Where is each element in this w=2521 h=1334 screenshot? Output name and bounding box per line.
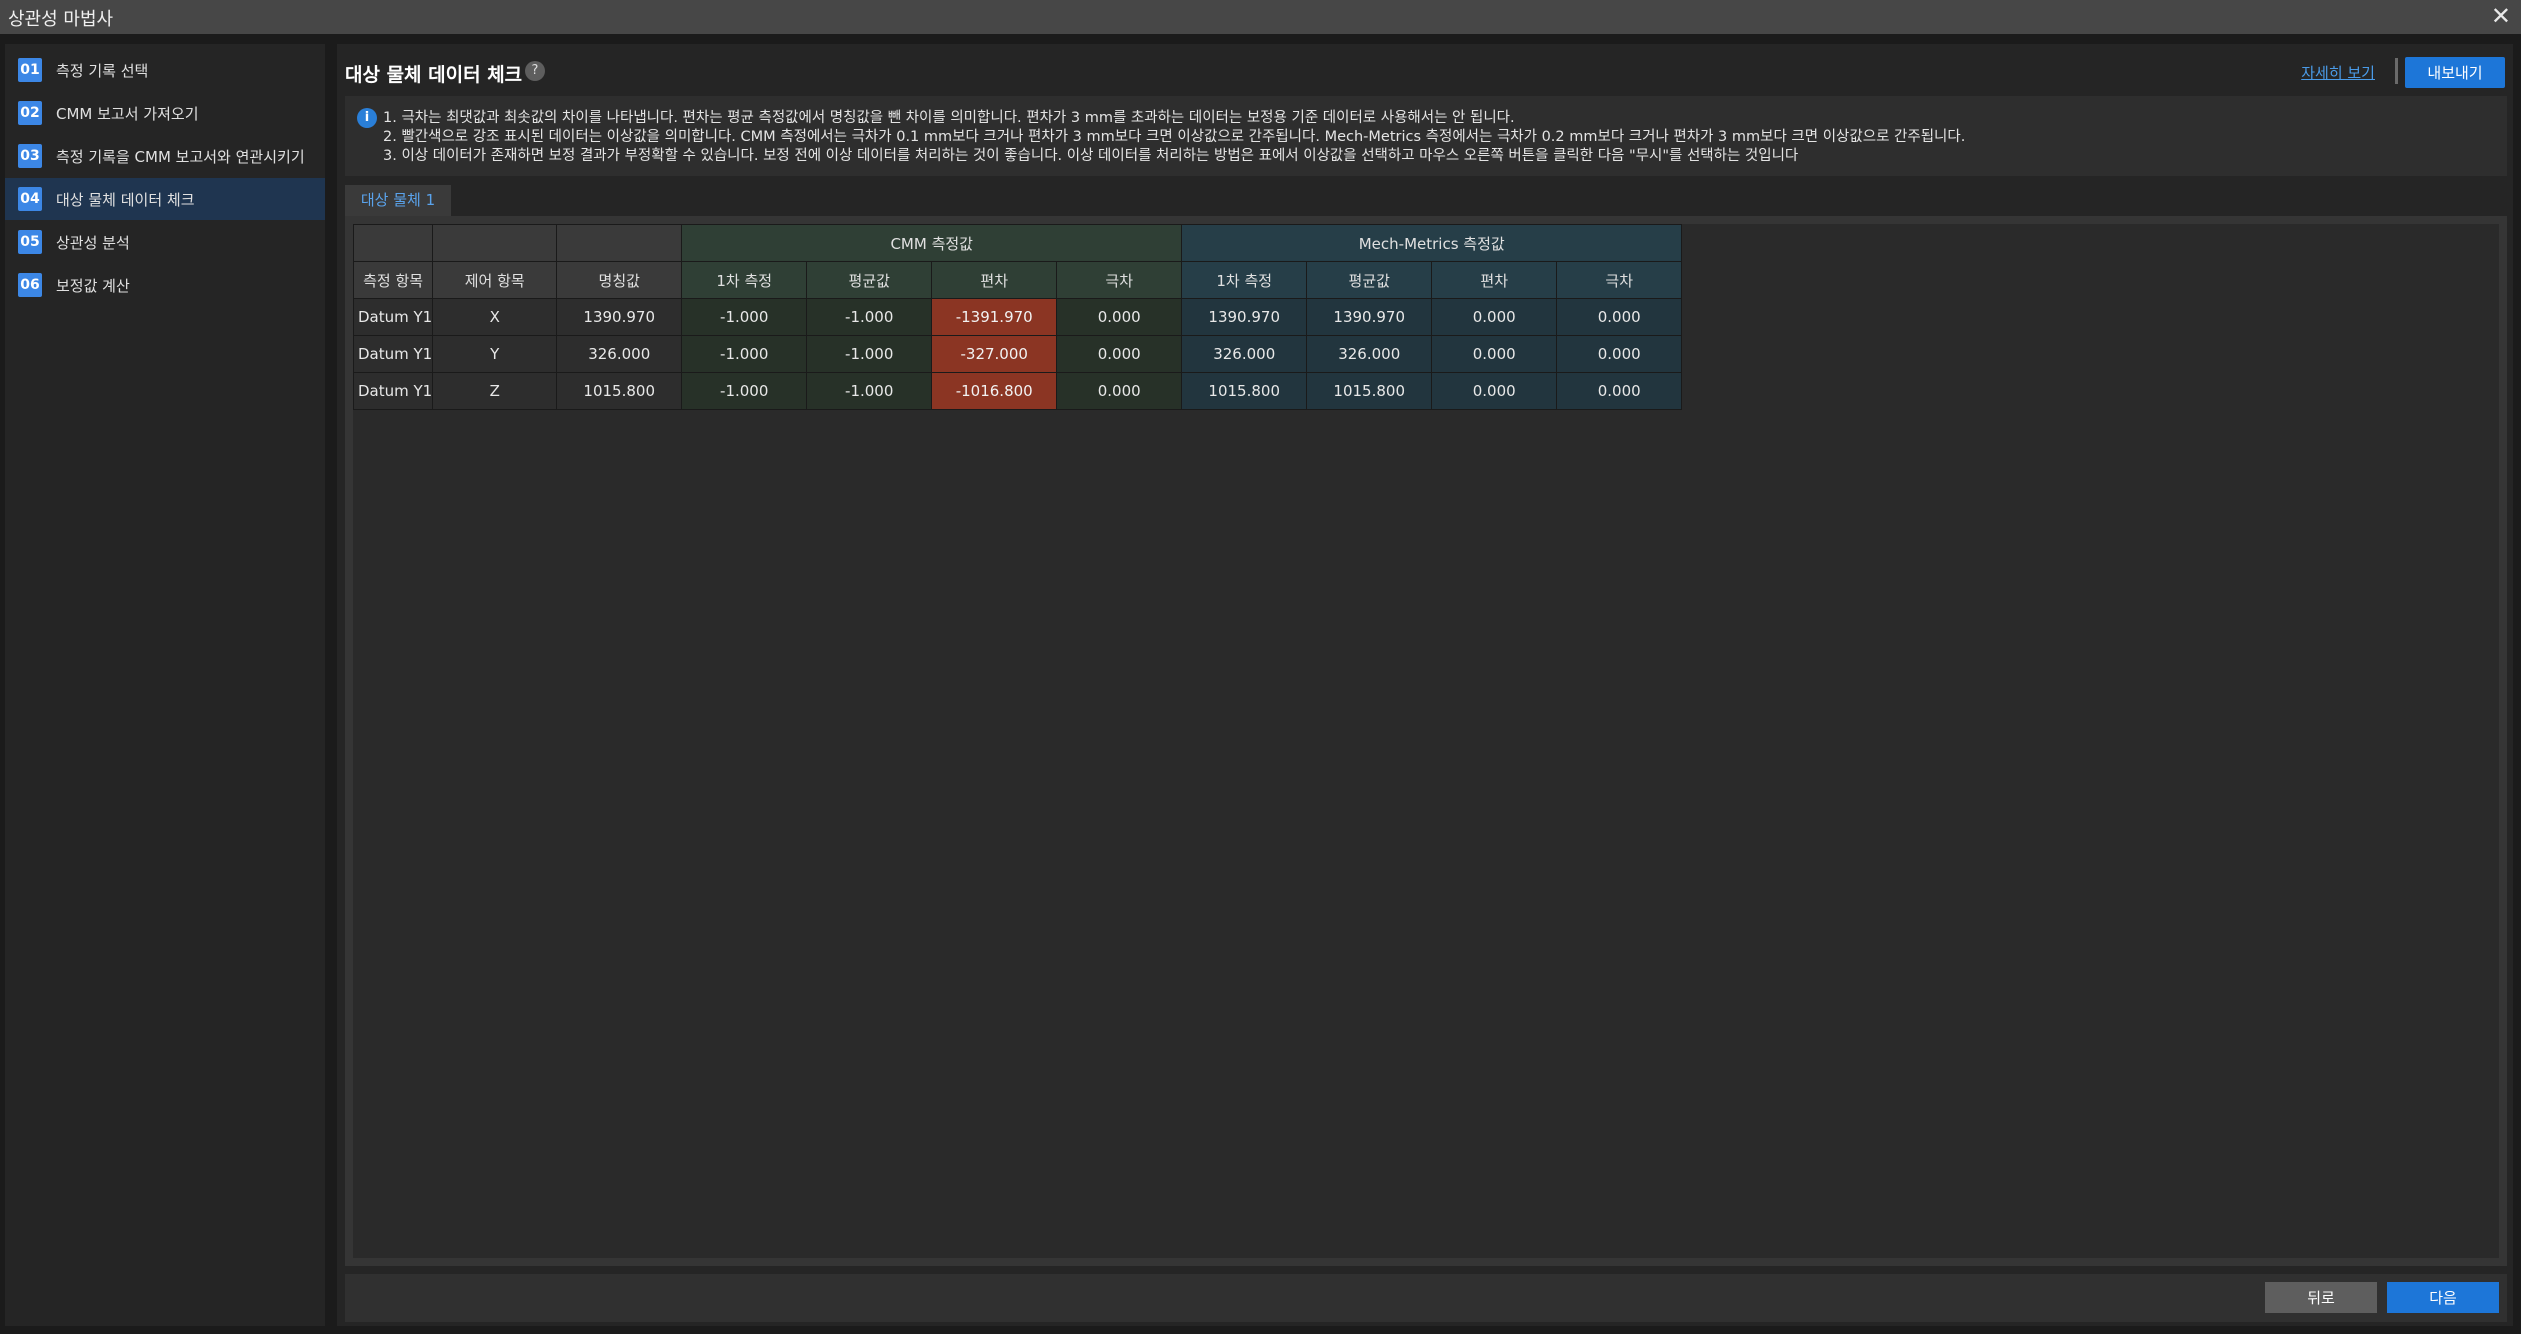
main-panel: 대상 물체 데이터 체크 ? 자세히 보기 내보내기 i 1. 극차는 최댓값과…: [337, 44, 2513, 1326]
column-header: 평균값: [1306, 261, 1433, 299]
group-header-mech-metrics: Mech-Metrics 측정값: [1181, 224, 1683, 262]
table-cell[interactable]: 1015.800: [1306, 372, 1433, 410]
table-cell[interactable]: 0.000: [1431, 298, 1558, 336]
step-number: 06: [18, 273, 42, 297]
table-cell[interactable]: Datum Y1: [352, 372, 434, 410]
step-number: 02: [18, 101, 42, 125]
tab-target-object-1[interactable]: 대상 물체 1: [345, 185, 451, 216]
table-cell[interactable]: -1.000: [681, 298, 808, 336]
outlier-cell[interactable]: -1391.970: [931, 298, 1058, 336]
data-table-area: CMM 측정값 Mech-Metrics 측정값 측정 항목 제어 항목 명칭값 1차…: [352, 224, 2499, 1258]
table-cell[interactable]: Z: [432, 372, 558, 410]
page-title: 대상 물체 데이터 체크: [345, 64, 523, 86]
step-check-object-data[interactable]: 04 대상 물체 데이터 체크: [5, 178, 325, 220]
learn-more-link[interactable]: 자세히 보기: [2301, 62, 2375, 83]
group-header-cmm: CMM 측정값: [681, 224, 1183, 262]
outlier-cell[interactable]: -327.000: [931, 335, 1058, 373]
table-cell[interactable]: 0.000: [1556, 335, 1683, 373]
table-cell[interactable]: 0.000: [1431, 335, 1558, 373]
footer-bar: 뒤로 다음: [345, 1274, 2507, 1322]
table-cell[interactable]: -1.000: [806, 298, 933, 336]
export-button[interactable]: 내보내기: [2405, 57, 2505, 88]
tab-panel: CMM 측정값 Mech-Metrics 측정값 측정 항목 제어 항목 명칭값 1차…: [345, 216, 2507, 1266]
table-cell[interactable]: Datum Y1: [352, 298, 434, 336]
column-header: 1차 측정: [681, 261, 808, 299]
header-empty: [352, 224, 434, 262]
column-header: 명칭값: [556, 261, 683, 299]
column-header: 편차: [931, 261, 1058, 299]
next-button[interactable]: 다음: [2387, 1282, 2499, 1313]
close-icon[interactable]: ✕: [2491, 2, 2511, 30]
table-cell[interactable]: 326.000: [1306, 335, 1433, 373]
header-empty: [556, 224, 683, 262]
divider: [2395, 58, 2398, 84]
help-icon[interactable]: ?: [525, 61, 545, 81]
column-header: 제어 항목: [432, 261, 558, 299]
step-label: CMM 보고서 가져오기: [56, 104, 199, 123]
column-header: 극차: [1556, 261, 1683, 299]
info-icon: i: [357, 108, 377, 128]
outlier-cell[interactable]: -1016.800: [931, 372, 1058, 410]
table-cell[interactable]: 1390.970: [1306, 298, 1433, 336]
column-header: 편차: [1431, 261, 1558, 299]
table-cell[interactable]: -1.000: [806, 335, 933, 373]
step-associate-records[interactable]: 03 측정 기록을 CMM 보고서와 연관시키기: [5, 135, 325, 177]
table-cell[interactable]: 0.000: [1056, 335, 1183, 373]
title-bar: 상관성 마법사 ✕: [0, 0, 2521, 34]
window-title: 상관성 마법사: [8, 9, 114, 30]
step-label: 측정 기록을 CMM 보고서와 연관시키기: [56, 147, 305, 166]
header-empty: [432, 224, 558, 262]
table-cell[interactable]: 0.000: [1056, 372, 1183, 410]
column-header: 1차 측정: [1181, 261, 1308, 299]
table-cell[interactable]: Datum Y1: [352, 335, 434, 373]
step-import-cmm-report[interactable]: 02 CMM 보고서 가져오기: [5, 92, 325, 134]
step-correlation-analysis[interactable]: 05 상관성 분석: [5, 221, 325, 263]
table-cell[interactable]: 0.000: [1056, 298, 1183, 336]
step-label: 상관성 분석: [56, 233, 130, 252]
table-cell[interactable]: Y: [432, 335, 558, 373]
column-header: 극차: [1056, 261, 1183, 299]
step-select-records[interactable]: 01 측정 기록 선택: [5, 49, 325, 91]
table-cell[interactable]: 1015.800: [556, 372, 683, 410]
wizard-steps-sidebar: 01 측정 기록 선택 02 CMM 보고서 가져오기 03 측정 기록을 CM…: [5, 44, 325, 1326]
step-number: 05: [18, 230, 42, 254]
step-calculate-correction[interactable]: 06 보정값 계산: [5, 264, 325, 306]
back-button[interactable]: 뒤로: [2265, 1282, 2377, 1313]
table-cell[interactable]: 1390.970: [1181, 298, 1308, 336]
data-table: CMM 측정값 Mech-Metrics 측정값 측정 항목 제어 항목 명칭값 1차…: [352, 224, 1683, 410]
table-cell[interactable]: 326.000: [1181, 335, 1308, 373]
step-label: 대상 물체 데이터 체크: [56, 190, 195, 209]
table-cell[interactable]: X: [432, 298, 558, 336]
table-cell[interactable]: -1.000: [681, 372, 808, 410]
step-label: 보정값 계산: [56, 276, 130, 295]
table-cell[interactable]: 1015.800: [1181, 372, 1308, 410]
column-header: 평균값: [806, 261, 933, 299]
info-line: 3. 이상 데이터가 존재하면 보정 결과가 부정확할 수 있습니다. 보정 전…: [383, 148, 1799, 164]
step-number: 03: [18, 144, 42, 168]
info-box: i 1. 극차는 최댓값과 최솟값의 차이를 나타냅니다. 편차는 평균 측정값…: [345, 96, 2507, 176]
table-cell[interactable]: 1390.970: [556, 298, 683, 336]
table-cell[interactable]: -1.000: [806, 372, 933, 410]
table-cell[interactable]: -1.000: [681, 335, 808, 373]
info-line: 1. 극차는 최댓값과 최솟값의 차이를 나타냅니다. 편차는 평균 측정값에서…: [383, 110, 1515, 126]
step-number: 04: [18, 187, 42, 211]
table-row[interactable]: Datum Y1 Y 326.000 -1.000 -1.000 -327.000 0.00…: [352, 335, 1683, 373]
info-line: 2. 빨간색으로 강조 표시된 데이터는 이상값을 의미합니다. CMM 측정에…: [383, 129, 1966, 145]
step-number: 01: [18, 58, 42, 82]
step-label: 측정 기록 선택: [56, 61, 149, 80]
table-row[interactable]: Datum Y1 Z 1015.800 -1.000 -1.000 -1016.800 0.…: [352, 372, 1683, 410]
table-cell[interactable]: 0.000: [1556, 372, 1683, 410]
column-header: 측정 항목: [352, 261, 434, 299]
table-row[interactable]: Datum Y1 X 1390.970 -1.000 -1.000 -1391.970 0.…: [352, 298, 1683, 336]
table-cell[interactable]: 0.000: [1431, 372, 1558, 410]
table-cell[interactable]: 0.000: [1556, 298, 1683, 336]
table-cell[interactable]: 326.000: [556, 335, 683, 373]
